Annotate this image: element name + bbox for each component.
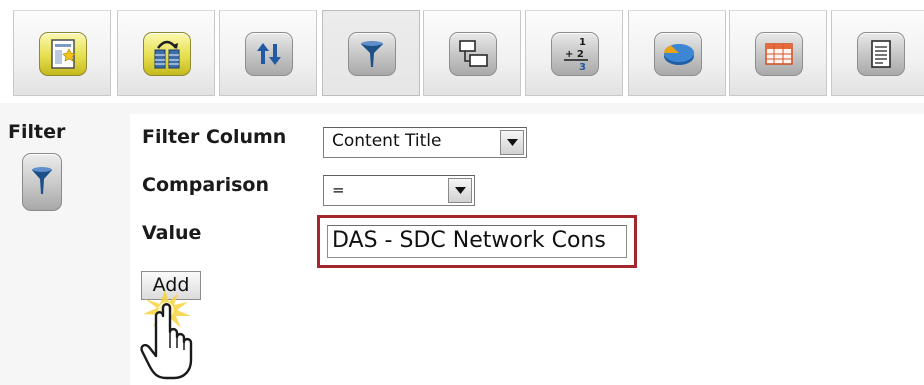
toolbar-button-sort[interactable] <box>219 10 317 96</box>
document-lines-icon <box>857 32 905 76</box>
side-title: Filter <box>8 121 66 143</box>
value-input-highlight: DAS - SDC Network Cons <box>317 215 637 268</box>
toolbar-button-group[interactable] <box>423 10 521 96</box>
toolbar-button-report[interactable] <box>13 10 111 96</box>
toolbar-button-filter[interactable] <box>322 10 420 96</box>
value-input[interactable]: DAS - SDC Network Cons <box>327 225 627 258</box>
filter-funnel-icon <box>32 167 52 194</box>
toolbar-button-document[interactable] <box>831 10 924 96</box>
toolbar: 1 + 2 3 <box>0 0 924 102</box>
value-label: Value <box>142 222 202 244</box>
filter-column-label: Filter Column <box>142 126 287 148</box>
comparison-selected: = <box>332 181 345 199</box>
toolbar-button-calculation[interactable]: 1 + 2 3 <box>525 10 623 96</box>
calculation-icon: 1 + 2 3 <box>551 32 599 76</box>
sort-icon <box>245 32 293 76</box>
calc-glyph-bottom: 3 <box>579 62 586 73</box>
filter-column-selected: Content Title <box>332 131 442 151</box>
side-filter-button[interactable] <box>22 153 62 211</box>
chevron-down-icon[interactable] <box>448 178 472 203</box>
comparison-select[interactable]: = <box>323 175 475 206</box>
filter-column-select[interactable]: Content Title <box>323 127 527 158</box>
calc-glyph-middle: + 2 <box>565 49 584 60</box>
group-icon <box>449 32 497 76</box>
add-button[interactable]: Add <box>141 271 201 300</box>
report-page-icon <box>39 32 87 76</box>
toolbar-button-data-source[interactable] <box>117 10 215 96</box>
data-source-icon <box>143 32 191 76</box>
table-grid-icon <box>755 32 803 76</box>
comparison-label: Comparison <box>142 174 269 196</box>
chevron-down-icon[interactable] <box>500 130 524 155</box>
toolbar-button-table[interactable] <box>729 10 827 96</box>
toolbar-button-chart[interactable] <box>628 10 726 96</box>
calc-glyph-top: 1 <box>579 37 586 48</box>
chart-icon <box>654 32 702 76</box>
filter-funnel-icon <box>348 32 396 76</box>
